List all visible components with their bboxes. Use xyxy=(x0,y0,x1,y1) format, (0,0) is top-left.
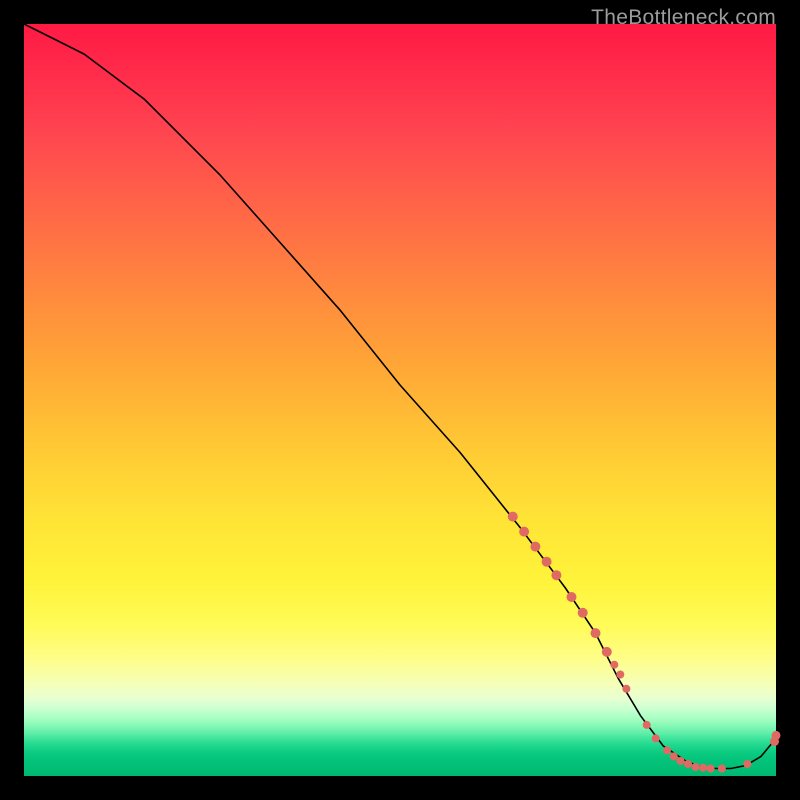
data-point xyxy=(610,661,618,669)
data-point xyxy=(622,685,630,693)
data-point xyxy=(772,731,781,740)
data-point xyxy=(707,765,715,773)
data-point xyxy=(551,570,561,580)
data-point xyxy=(567,592,577,602)
watermark-text: TheBottleneck.com xyxy=(591,6,776,30)
data-point xyxy=(652,734,660,742)
data-point xyxy=(643,721,651,729)
data-point xyxy=(578,608,588,618)
data-point xyxy=(663,746,671,754)
frame: TheBottleneck.com xyxy=(0,0,800,800)
chart-overlay xyxy=(24,24,776,776)
data-point xyxy=(530,542,540,552)
data-point xyxy=(718,765,726,773)
data-point xyxy=(616,671,624,679)
data-point xyxy=(677,757,685,765)
data-point xyxy=(684,760,692,768)
data-point xyxy=(542,557,552,567)
data-point xyxy=(670,752,678,760)
data-point xyxy=(692,763,700,771)
data-point xyxy=(602,647,612,657)
data-point xyxy=(508,512,518,522)
data-point xyxy=(519,527,529,537)
bottleneck-curve xyxy=(24,24,776,769)
data-point xyxy=(743,760,751,768)
marker-group xyxy=(508,512,781,773)
data-point xyxy=(591,628,601,638)
data-point xyxy=(699,764,707,772)
